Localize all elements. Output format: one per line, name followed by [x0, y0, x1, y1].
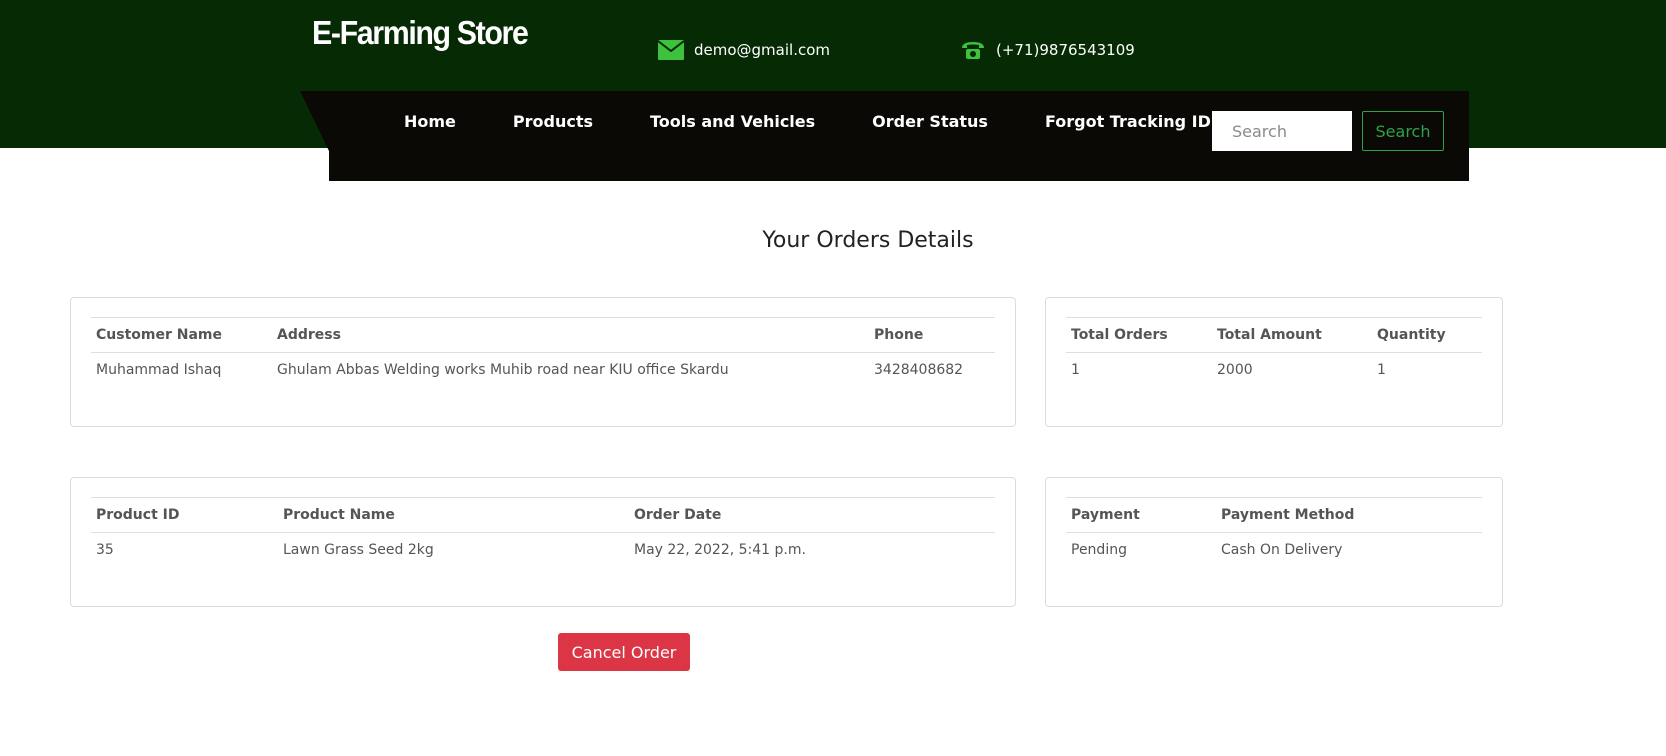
nav-home[interactable]: Home — [404, 112, 456, 131]
col-phone: Phone — [869, 317, 995, 353]
phone-cell: 3428408682 — [874, 362, 964, 378]
table-header-row: Customer Name Address Phone — [91, 317, 995, 353]
col-product-name: Product Name — [278, 497, 629, 533]
payment-method-cell: Cash On Delivery — [1221, 542, 1343, 558]
telephone-icon — [960, 40, 986, 60]
nav-forgot-tracking-id[interactable]: Forgot Tracking ID — [1045, 112, 1211, 131]
cancel-order-button[interactable]: Cancel Order — [558, 633, 690, 671]
total-amount-cell: 2000 — [1217, 362, 1253, 378]
product-name-cell: Lawn Grass Seed 2kg — [283, 542, 434, 558]
table-header-row: Payment Payment Method — [1066, 497, 1482, 533]
page-title: Your Orders Details — [762, 228, 974, 253]
col-payment-method: Payment Method — [1216, 497, 1482, 533]
nav-tools-and-vehicles[interactable]: Tools and Vehicles — [650, 112, 815, 131]
col-payment: Payment — [1066, 497, 1216, 533]
total-orders-cell: 1 — [1071, 362, 1080, 378]
table-header-row: Total Orders Total Amount Quantity — [1066, 317, 1482, 353]
payment-card: Payment Payment Method Pending Cash On D… — [1045, 477, 1503, 607]
email-text: demo@gmail.com — [694, 41, 831, 59]
payment-status-cell: Pending — [1071, 542, 1127, 558]
payment-table: Payment Payment Method Pending Cash On D… — [1066, 497, 1482, 567]
customer-name-cell: Muhammad Ishaq — [96, 362, 222, 378]
summary-table: Total Orders Total Amount Quantity 1 200… — [1066, 317, 1482, 387]
col-customer-name: Customer Name — [91, 317, 272, 353]
nav-products[interactable]: Products — [513, 112, 593, 131]
main-navbar: Home Products Tools and Vehicles Order S… — [300, 91, 1469, 181]
product-card: Product ID Product Name Order Date 35 La… — [70, 477, 1016, 607]
table-row: 35 Lawn Grass Seed 2kg May 22, 2022, 5:4… — [91, 533, 995, 568]
envelope-icon — [657, 40, 685, 60]
nav-order-status[interactable]: Order Status — [872, 112, 988, 131]
col-total-amount: Total Amount — [1212, 317, 1372, 353]
col-quantity: Quantity — [1372, 317, 1482, 353]
address-cell: Ghulam Abbas Welding works Muhib road ne… — [277, 362, 729, 378]
brand-logo[interactable]: E-Farming Store — [312, 14, 529, 52]
col-order-date: Order Date — [629, 497, 995, 533]
product-table: Product ID Product Name Order Date 35 La… — [91, 497, 995, 567]
quantity-cell: 1 — [1377, 362, 1386, 378]
contact-phone: (+71)9876543109 — [960, 40, 1135, 60]
search-button[interactable]: Search — [1362, 111, 1444, 151]
table-header-row: Product ID Product Name Order Date — [91, 497, 995, 533]
table-row: 1 2000 1 — [1066, 353, 1482, 388]
col-address: Address — [272, 317, 869, 353]
customer-card: Customer Name Address Phone Muhammad Ish… — [70, 297, 1016, 427]
order-date-cell: May 22, 2022, 5:41 p.m. — [634, 542, 806, 558]
col-total-orders: Total Orders — [1066, 317, 1212, 353]
summary-card: Total Orders Total Amount Quantity 1 200… — [1045, 297, 1503, 427]
contact-email: demo@gmail.com — [657, 40, 831, 60]
customer-table: Customer Name Address Phone Muhammad Ish… — [91, 317, 995, 387]
table-row: Muhammad Ishaq Ghulam Abbas Welding work… — [91, 353, 995, 388]
table-row: Pending Cash On Delivery — [1066, 533, 1482, 568]
phone-text: (+71)9876543109 — [996, 41, 1135, 59]
product-id-cell: 35 — [96, 542, 114, 558]
nav-links: Home Products Tools and Vehicles Order S… — [404, 91, 1268, 151]
col-product-id: Product ID — [91, 497, 278, 533]
search-input[interactable] — [1212, 111, 1352, 151]
